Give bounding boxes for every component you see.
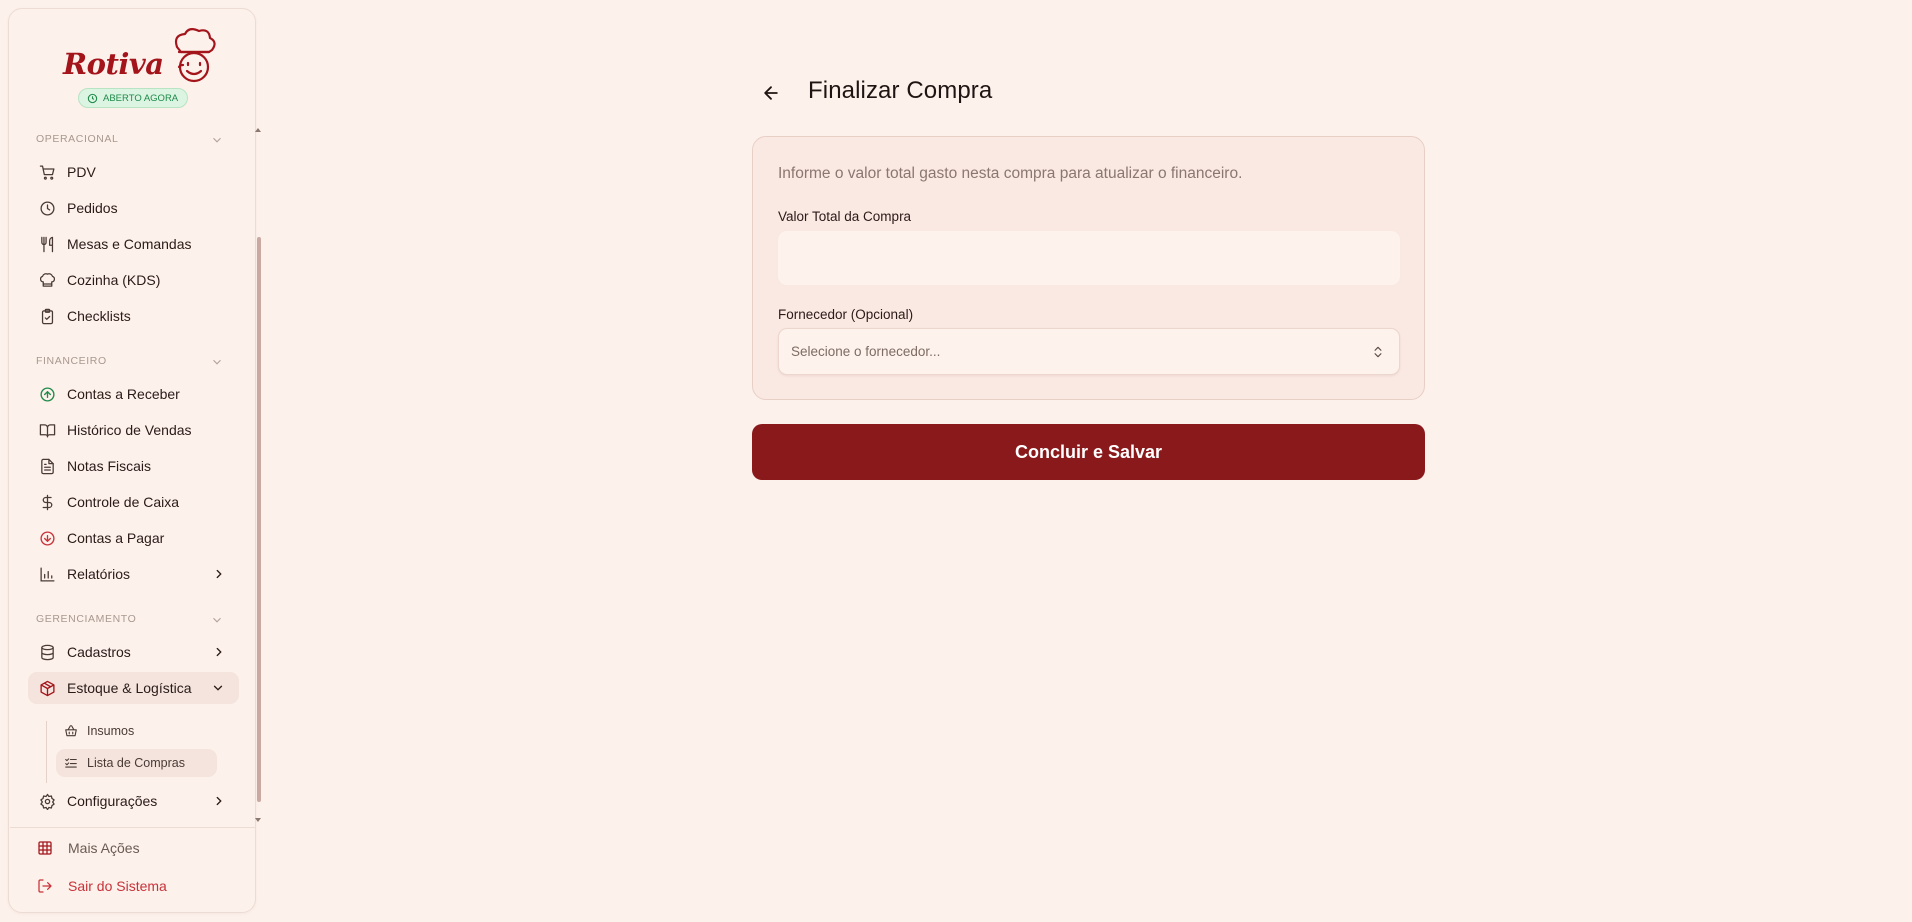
- sidebar-item-checklists[interactable]: Checklists: [28, 300, 240, 332]
- bar-chart-icon: [39, 566, 56, 583]
- sidebar: Rotiva ABERTO AGORA OPERACIONAL PDV Pedi…: [8, 8, 261, 913]
- arrow-up-circle-icon: [39, 386, 56, 403]
- supplier-select-placeholder: Selecione o fornecedor...: [791, 344, 941, 359]
- package-icon: [39, 680, 56, 697]
- section-title-gerenciamento: GERENCIAMENTO: [36, 613, 137, 625]
- sidebar-item-label: Configurações: [67, 793, 158, 809]
- back-button[interactable]: [758, 80, 784, 106]
- brand-name: Rotiva: [63, 47, 164, 81]
- basket-icon: [64, 724, 78, 738]
- sidebar-item-label: PDV: [67, 164, 96, 180]
- sidebar-item-contas-receber[interactable]: Contas a Receber: [28, 378, 240, 410]
- logout-button[interactable]: Sair do Sistema: [29, 871, 239, 901]
- mais-acoes-label: Mais Ações: [68, 840, 140, 856]
- clock-icon: [87, 93, 98, 103]
- sidebar-item-label: Mesas e Comandas: [67, 236, 192, 252]
- sidebar-item-pedidos[interactable]: Pedidos: [28, 192, 240, 224]
- chevron-down-icon[interactable]: [210, 355, 224, 369]
- form-description: Informe o valor total gasto nesta compra…: [778, 165, 1243, 182]
- sidebar-subitem-label: Insumos: [87, 724, 135, 738]
- chevron-down-icon[interactable]: [210, 133, 224, 147]
- total-value-input[interactable]: [778, 231, 1400, 285]
- sidebar-subitem-lista-compras[interactable]: Lista de Compras: [56, 749, 217, 777]
- file-text-icon: [39, 458, 56, 475]
- cart-icon: [39, 164, 56, 181]
- submenu-guide-line: [46, 721, 47, 783]
- book-icon: [39, 422, 56, 439]
- chef-hat-icon: [39, 272, 56, 289]
- chevron-down-icon[interactable]: [210, 613, 224, 627]
- supplier-label: Fornecedor (Opcional): [778, 307, 914, 322]
- total-value-label: Valor Total da Compra: [778, 209, 912, 224]
- gear-icon: [39, 793, 56, 810]
- supplier-select[interactable]: Selecione o fornecedor...: [778, 328, 1400, 375]
- sidebar-divider: [10, 827, 256, 828]
- sidebar-item-label: Checklists: [67, 308, 131, 324]
- chevron-up-down-icon: [1374, 346, 1382, 358]
- sidebar-scrollbar[interactable]: [257, 237, 261, 802]
- submit-button[interactable]: Concluir e Salvar: [752, 424, 1425, 480]
- chevron-right-icon: [216, 569, 222, 579]
- mais-acoes-button[interactable]: Mais Ações: [29, 833, 239, 863]
- sidebar-item-contas-pagar[interactable]: Contas a Pagar: [28, 522, 240, 554]
- sidebar-item-pdv[interactable]: PDV: [28, 156, 240, 188]
- arrow-left-icon: [764, 86, 778, 100]
- dollar-icon: [39, 494, 56, 511]
- grid-icon: [37, 840, 53, 856]
- page-title: Finalizar Compra: [808, 77, 993, 104]
- sidebar-item-label: Contas a Receber: [67, 386, 180, 402]
- logout-label: Sair do Sistema: [68, 878, 167, 894]
- sidebar-subitem-label: Lista de Compras: [87, 756, 185, 770]
- sidebar-item-configuracoes[interactable]: Configurações: [28, 785, 240, 817]
- logout-icon: [37, 878, 53, 894]
- status-badge: ABERTO AGORA: [78, 88, 189, 108]
- list-checks-icon: [64, 756, 78, 770]
- sidebar-item-estoque[interactable]: Estoque & Logística: [28, 672, 239, 704]
- chevron-down-icon: [213, 685, 223, 691]
- sidebar-item-label: Estoque & Logística: [67, 680, 192, 696]
- section-title-financeiro: FINANCEIRO: [36, 355, 107, 367]
- sidebar-item-controle-caixa[interactable]: Controle de Caixa: [28, 486, 240, 518]
- clipboard-check-icon: [39, 308, 56, 325]
- sidebar-item-label: Histórico de Vendas: [67, 422, 192, 438]
- sidebar-item-cozinha[interactable]: Cozinha (KDS): [28, 264, 240, 296]
- sidebar-item-label: Cozinha (KDS): [67, 272, 161, 288]
- sidebar-item-label: Pedidos: [67, 200, 118, 216]
- sidebar-item-label: Cadastros: [67, 644, 131, 660]
- sidebar-item-mesas[interactable]: Mesas e Comandas: [28, 228, 240, 260]
- sidebar-item-notas-fiscais[interactable]: Notas Fiscais: [28, 450, 240, 482]
- clock-icon: [39, 200, 56, 217]
- database-icon: [39, 644, 56, 661]
- brand-header: Rotiva ABERTO AGORA: [9, 9, 255, 119]
- sidebar-item-historico-vendas[interactable]: Histórico de Vendas: [28, 414, 240, 446]
- scroll-down-arrow-icon[interactable]: [255, 817, 261, 823]
- sidebar-item-relatorios[interactable]: Relatórios: [28, 558, 240, 590]
- sidebar-item-cadastros[interactable]: Cadastros: [28, 636, 240, 668]
- sidebar-item-label: Notas Fiscais: [67, 458, 152, 474]
- sidebar-item-label: Contas a Pagar: [67, 530, 165, 546]
- utensils-icon: [39, 236, 56, 253]
- purchase-form-card: Informe o valor total gasto nesta compra…: [752, 136, 1425, 400]
- sidebar-subitem-insumos[interactable]: Insumos: [56, 717, 217, 745]
- sidebar-item-label: Controle de Caixa: [67, 494, 180, 510]
- arrow-down-circle-icon: [39, 530, 56, 547]
- chevron-right-icon: [216, 796, 222, 806]
- section-title-operacional: OPERACIONAL: [36, 133, 119, 145]
- status-badge-label: ABERTO AGORA: [103, 92, 179, 104]
- sidebar-item-label: Relatórios: [67, 566, 131, 582]
- scroll-up-arrow-icon[interactable]: [255, 127, 261, 133]
- chevron-right-icon: [216, 647, 222, 657]
